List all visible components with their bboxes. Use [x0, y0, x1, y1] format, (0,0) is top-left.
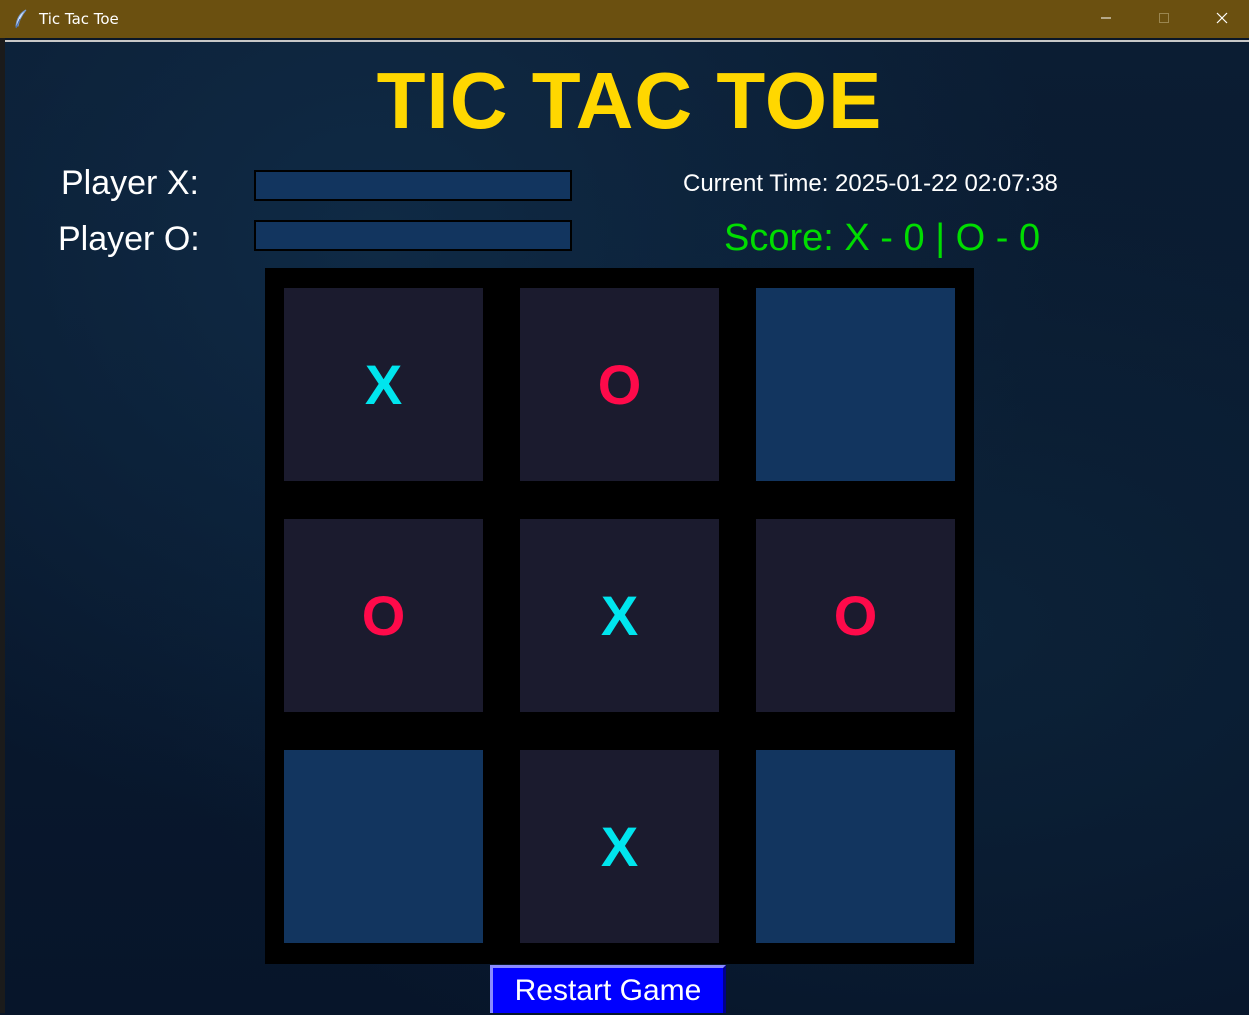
board-cell-5[interactable]: X: [520, 519, 719, 712]
player-x-label: Player X:: [61, 164, 199, 202]
player-x-input[interactable]: [254, 170, 572, 201]
game-title: TIC TAC TOE: [376, 56, 883, 145]
restart-game-button[interactable]: Restart Game: [490, 965, 726, 1013]
score-label: Score: X - 0 | O - 0: [724, 217, 1041, 259]
board-cell-1[interactable]: X: [284, 288, 483, 481]
player-o-label: Player O:: [58, 220, 200, 258]
player-o-input[interactable]: [254, 220, 572, 251]
window-title: Tic Tac Toe: [39, 10, 119, 28]
maximize-icon: [1158, 10, 1170, 28]
board-cell-9[interactable]: [756, 750, 955, 943]
board-cell-2[interactable]: O: [520, 288, 719, 481]
board-cell-8[interactable]: X: [520, 750, 719, 943]
minimize-icon: [1100, 10, 1112, 28]
close-icon: [1216, 10, 1228, 28]
board-cell-7[interactable]: [284, 750, 483, 943]
board-cell-4[interactable]: O: [284, 519, 483, 712]
close-button[interactable]: [1193, 0, 1249, 38]
current-time-label: Current Time: 2025-01-22 02:07:38: [683, 170, 1058, 197]
title-bar[interactable]: Tic Tac Toe: [0, 0, 1249, 38]
maximize-button[interactable]: [1135, 0, 1193, 38]
app-window: Tic Tac Toe TIC TAC TOE Player X: Player…: [0, 0, 1249, 1015]
game-board: X O O X O X: [265, 268, 974, 964]
minimize-button[interactable]: [1077, 0, 1135, 38]
board-cell-6[interactable]: O: [756, 519, 955, 712]
board-cell-3[interactable]: [756, 288, 955, 481]
feather-icon: [14, 9, 28, 29]
